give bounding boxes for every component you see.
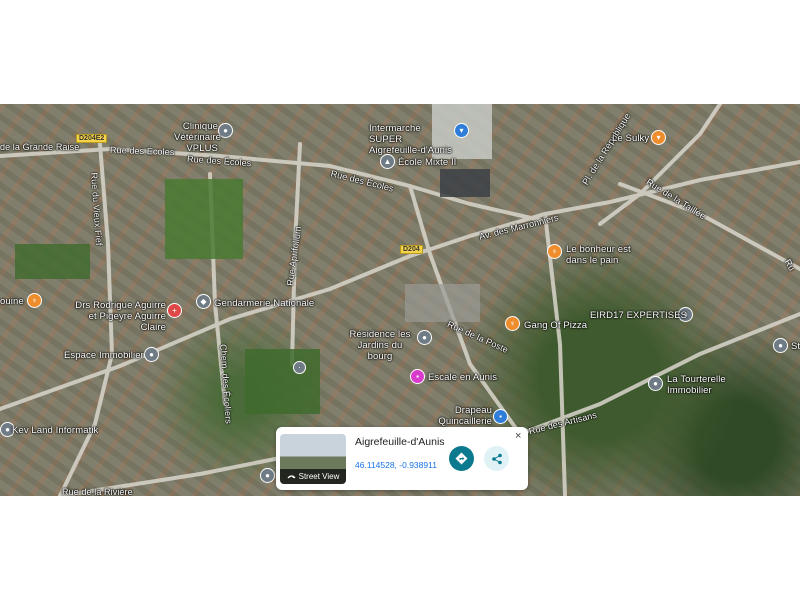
- cocktail-icon[interactable]: ▾: [651, 130, 666, 145]
- place-label-escale[interactable]: Escale en Aunis: [428, 372, 497, 383]
- location-card: Street View Aigrefeuille-d'Aunis 46.1145…: [276, 427, 528, 490]
- road-shield-d204: D204: [400, 245, 423, 254]
- place-pin-icon[interactable]: ●: [144, 347, 159, 362]
- place-label-residence[interactable]: Résidence les Jardins du bourg: [344, 329, 416, 362]
- place-label-clinique[interactable]: Clinique Vétérinaire VPLUS: [174, 121, 221, 154]
- shopping-cart-icon[interactable]: ▾: [454, 123, 469, 138]
- place-label-st[interactable]: St: [791, 341, 800, 352]
- road-shield-d204e2: D204E2: [76, 134, 108, 143]
- place-label-le-sulky[interactable]: Le Sulky: [612, 133, 649, 144]
- place-pin-icon[interactable]: ●: [773, 338, 788, 353]
- place-label-eird17[interactable]: EIRD17 EXPERTISES: [590, 310, 687, 321]
- street-view-thumbnail[interactable]: Street View: [280, 434, 346, 484]
- close-icon[interactable]: ×: [515, 430, 521, 442]
- street-label: de la Grande Raise: [0, 142, 80, 152]
- place-label-gendarmerie[interactable]: Gendarmerie Nationale: [214, 298, 314, 309]
- hotel-icon[interactable]: ▪: [410, 369, 425, 384]
- directions-icon: [455, 452, 468, 465]
- street-label: Rue de la Rivière: [62, 487, 133, 496]
- location-pin-icon[interactable]: ·: [293, 361, 306, 374]
- place-label-ecole[interactable]: École Mixte II: [398, 157, 456, 168]
- medical-icon[interactable]: +: [167, 303, 182, 318]
- place-title: Aigrefeuille-d'Aunis: [355, 436, 445, 448]
- shopping-bag-icon[interactable]: ▪: [493, 409, 508, 424]
- bakery-icon[interactable]: ♆: [547, 244, 562, 259]
- place-label-espace-immo[interactable]: Espace Immobilier: [64, 350, 144, 361]
- coordinates-link[interactable]: 46.114528, -0.938911: [355, 460, 437, 470]
- street-view-label: Street View: [298, 472, 340, 481]
- place-label-intermarche[interactable]: Intermarché SUPER Aigrefeuille-d'Aunis: [369, 123, 453, 156]
- place-label-bonheur[interactable]: Le bonheur est dans le pain: [566, 244, 646, 266]
- street-view-badge[interactable]: Street View: [280, 469, 346, 484]
- share-button[interactable]: [484, 446, 509, 471]
- pizza-icon[interactable]: ♆: [505, 316, 520, 331]
- place-label-ouine[interactable]: ouine: [0, 296, 24, 307]
- share-icon: [491, 453, 502, 464]
- place-pin-icon[interactable]: ●: [648, 376, 663, 391]
- directions-button[interactable]: [449, 446, 474, 471]
- police-icon[interactable]: ◆: [196, 294, 211, 309]
- restaurant-icon[interactable]: ♆: [27, 293, 42, 308]
- place-label-drs[interactable]: Drs Rodrigue Aguirre et Pigeyre Aguirre …: [66, 300, 166, 333]
- street-view-icon: [287, 475, 296, 479]
- place-label-gang-pizza[interactable]: Gang Of Pizza: [524, 320, 587, 331]
- place-pin-icon[interactable]: ●: [260, 468, 275, 483]
- place-label-kev-land[interactable]: Kev Land Informatik: [12, 425, 98, 436]
- school-icon[interactable]: ▲: [380, 154, 395, 169]
- place-pin-icon[interactable]: ●: [417, 330, 432, 345]
- place-label-tourterelle[interactable]: La Tourterelle Immobilier: [667, 374, 737, 396]
